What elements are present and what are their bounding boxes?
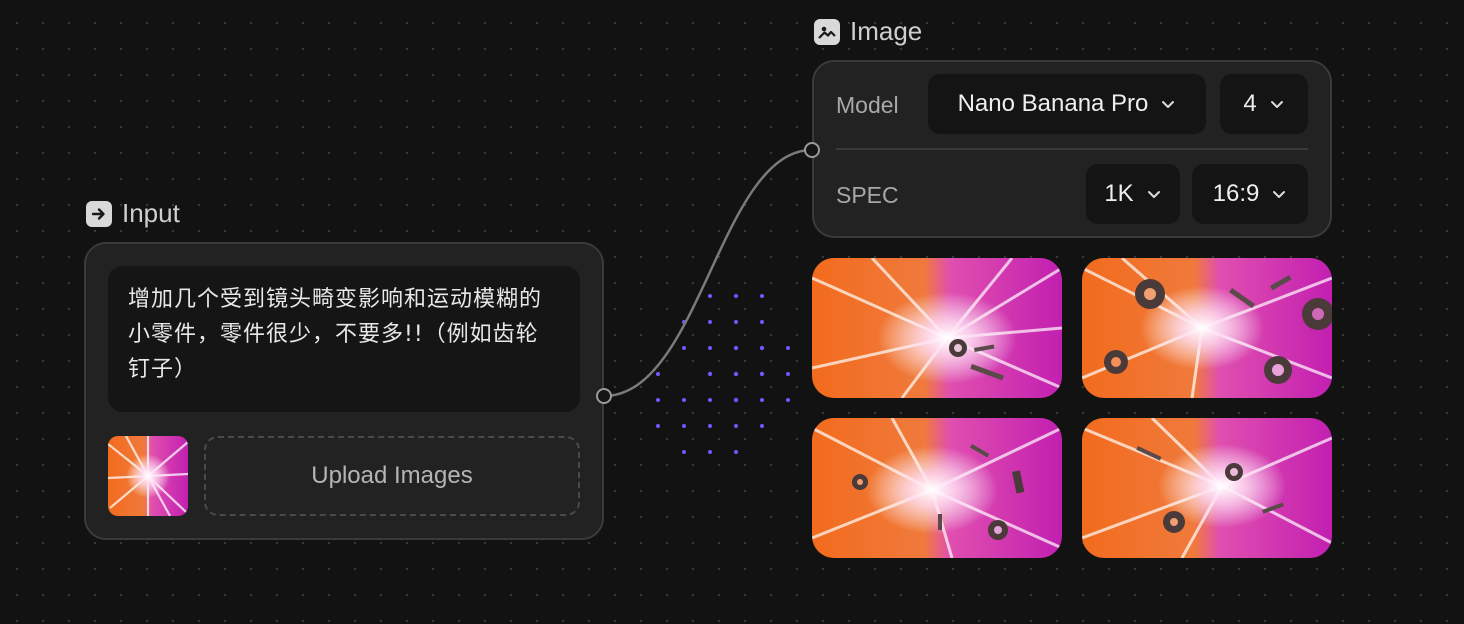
generated-image-3[interactable] [812, 418, 1062, 558]
resolution-select[interactable]: 1K [1086, 164, 1180, 224]
chevron-down-icon [1162, 101, 1175, 108]
upload-images-button[interactable]: Upload Images [204, 436, 580, 516]
model-value: Nano Banana Pro [957, 90, 1149, 117]
generated-image-2[interactable] [1082, 258, 1332, 398]
highlight-dots [656, 294, 790, 454]
model-label: Model [836, 92, 899, 118]
spec-label: SPEC [836, 182, 899, 208]
image-input-port[interactable] [804, 142, 820, 158]
prompt-textarea[interactable]: 增加几个受到镜头畸变影响和运动模糊的小零件，零件很少，不要多!!（例如齿轮钉子） [108, 266, 580, 412]
aspect-ratio-select[interactable]: 16:9 [1192, 164, 1308, 224]
settings-divider [836, 148, 1308, 150]
image-count-select[interactable]: 4 [1220, 74, 1308, 134]
count-value: 4 [1243, 90, 1257, 117]
image-title-label: Image [850, 16, 923, 46]
chevron-down-icon [1270, 101, 1283, 108]
image-settings-node: Model Nano Banana Pro 4 SPEC 1K 16:9 [812, 60, 1332, 238]
arrow-right-square-icon [86, 200, 112, 227]
connection-wire [603, 148, 813, 398]
aspect-value: 16:9 [1212, 180, 1260, 207]
model-select[interactable]: Nano Banana Pro [928, 74, 1206, 134]
input-output-port[interactable] [596, 388, 612, 404]
input-image-thumbnail[interactable] [108, 436, 188, 516]
generated-image-4[interactable] [1082, 418, 1332, 558]
image-node-title: Image [814, 16, 922, 47]
resolution-value: 1K [1104, 180, 1134, 207]
chevron-down-icon [1273, 191, 1286, 198]
generated-image-1[interactable] [812, 258, 1062, 398]
input-node: 增加几个受到镜头畸变影响和运动模糊的小零件，零件很少，不要多!!（例如齿轮钉子）… [84, 242, 604, 540]
input-node-title: Input [86, 198, 180, 229]
image-icon [814, 18, 840, 45]
chevron-down-icon [1147, 191, 1160, 198]
input-title-label: Input [122, 198, 180, 228]
